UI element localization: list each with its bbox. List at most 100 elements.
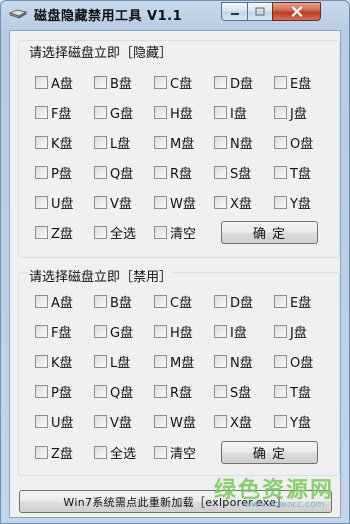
disable-drive-m-checkbox[interactable]: M盘: [154, 353, 194, 371]
hide-drive-w-checkbox[interactable]: W盘: [154, 194, 196, 212]
disable-drive-v-checkbox[interactable]: V盘: [94, 413, 132, 431]
checkbox-box[interactable]: [35, 384, 48, 398]
hide-drive-d-checkbox[interactable]: D盘: [214, 74, 253, 92]
checkbox-box[interactable]: [94, 384, 107, 398]
hide-drive-s-checkbox[interactable]: S盘: [214, 164, 251, 182]
checkbox-box[interactable]: [154, 225, 167, 239]
checkbox-box[interactable]: [35, 354, 48, 368]
disable-drive-h-checkbox[interactable]: H盘: [154, 323, 193, 341]
hide-drive-a-checkbox[interactable]: A盘: [35, 74, 73, 92]
checkbox-box[interactable]: [35, 165, 48, 179]
disable-drive-n-checkbox[interactable]: N盘: [214, 353, 253, 371]
disable-clear-checkbox[interactable]: 清空: [154, 444, 196, 462]
checkbox-box[interactable]: [154, 105, 167, 119]
disable-select-all-checkbox[interactable]: 全选: [94, 444, 136, 462]
checkbox-box[interactable]: [274, 75, 287, 89]
checkbox-box[interactable]: [214, 75, 227, 89]
hide-drive-i-checkbox[interactable]: I盘: [214, 104, 247, 122]
disable-drive-t-checkbox[interactable]: T盘: [274, 383, 311, 401]
checkbox-box[interactable]: [154, 165, 167, 179]
hide-drive-u-checkbox[interactable]: U盘: [35, 194, 74, 212]
checkbox-box[interactable]: [154, 414, 167, 428]
hide-drive-b-checkbox[interactable]: B盘: [94, 74, 132, 92]
checkbox-box[interactable]: [94, 165, 107, 179]
disable-drive-i-checkbox[interactable]: I盘: [214, 323, 247, 341]
minimize-button[interactable]: [221, 2, 248, 21]
disable-drive-c-checkbox[interactable]: C盘: [154, 293, 192, 311]
hide-drive-h-checkbox[interactable]: H盘: [154, 104, 193, 122]
disable-confirm-button[interactable]: 确 定: [221, 441, 318, 464]
checkbox-box[interactable]: [274, 135, 287, 149]
disable-drive-q-checkbox[interactable]: Q盘: [94, 383, 133, 401]
hide-drive-k-checkbox[interactable]: K盘: [35, 134, 73, 152]
checkbox-box[interactable]: [154, 195, 167, 209]
checkbox-box[interactable]: [214, 195, 227, 209]
hide-confirm-button[interactable]: 确 定: [221, 221, 318, 244]
checkbox-box[interactable]: [214, 324, 227, 338]
checkbox-box[interactable]: [154, 324, 167, 338]
title-bar[interactable]: 磁盘隐藏禁用工具 V1.1: [1, 1, 349, 27]
checkbox-box[interactable]: [274, 165, 287, 179]
checkbox-box[interactable]: [94, 414, 107, 428]
checkbox-box[interactable]: [274, 294, 287, 308]
checkbox-box[interactable]: [35, 195, 48, 209]
checkbox-box[interactable]: [94, 135, 107, 149]
disable-drive-z-checkbox[interactable]: Z盘: [35, 444, 73, 462]
checkbox-box[interactable]: [35, 445, 48, 459]
checkbox-box[interactable]: [94, 354, 107, 368]
checkbox-box[interactable]: [94, 294, 107, 308]
checkbox-box[interactable]: [274, 384, 287, 398]
checkbox-box[interactable]: [94, 324, 107, 338]
disable-drive-b-checkbox[interactable]: B盘: [94, 293, 132, 311]
disable-drive-x-checkbox[interactable]: X盘: [214, 413, 252, 431]
checkbox-box[interactable]: [94, 445, 107, 459]
checkbox-box[interactable]: [154, 384, 167, 398]
checkbox-box[interactable]: [274, 195, 287, 209]
hide-drive-l-checkbox[interactable]: L盘: [94, 134, 130, 152]
disable-drive-o-checkbox[interactable]: O盘: [274, 353, 313, 371]
disable-drive-u-checkbox[interactable]: U盘: [35, 413, 74, 431]
checkbox-box[interactable]: [94, 195, 107, 209]
checkbox-box[interactable]: [154, 354, 167, 368]
checkbox-box[interactable]: [274, 354, 287, 368]
disable-drive-e-checkbox[interactable]: E盘: [274, 293, 311, 311]
checkbox-box[interactable]: [214, 414, 227, 428]
checkbox-box[interactable]: [35, 225, 48, 239]
disable-drive-l-checkbox[interactable]: L盘: [94, 353, 130, 371]
checkbox-box[interactable]: [274, 105, 287, 119]
checkbox-box[interactable]: [154, 445, 167, 459]
checkbox-box[interactable]: [214, 135, 227, 149]
hide-drive-n-checkbox[interactable]: N盘: [214, 134, 253, 152]
hide-drive-y-checkbox[interactable]: Y盘: [274, 194, 311, 212]
hide-drive-g-checkbox[interactable]: G盘: [94, 104, 133, 122]
checkbox-box[interactable]: [94, 105, 107, 119]
hide-drive-z-checkbox[interactable]: Z盘: [35, 224, 73, 242]
hide-drive-e-checkbox[interactable]: E盘: [274, 74, 311, 92]
hide-drive-r-checkbox[interactable]: R盘: [154, 164, 192, 182]
hide-drive-f-checkbox[interactable]: F盘: [35, 104, 71, 122]
checkbox-box[interactable]: [94, 225, 107, 239]
checkbox-box[interactable]: [35, 135, 48, 149]
disable-drive-j-checkbox[interactable]: J盘: [274, 323, 307, 341]
hide-drive-m-checkbox[interactable]: M盘: [154, 134, 194, 152]
checkbox-box[interactable]: [214, 165, 227, 179]
disable-drive-f-checkbox[interactable]: F盘: [35, 323, 71, 341]
checkbox-box[interactable]: [35, 75, 48, 89]
checkbox-box[interactable]: [35, 324, 48, 338]
disable-drive-p-checkbox[interactable]: P盘: [35, 383, 72, 401]
disable-drive-k-checkbox[interactable]: K盘: [35, 353, 73, 371]
close-button[interactable]: [272, 2, 321, 21]
checkbox-box[interactable]: [35, 105, 48, 119]
hide-select-all-checkbox[interactable]: 全选: [94, 224, 136, 242]
checkbox-box[interactable]: [35, 414, 48, 428]
hide-drive-c-checkbox[interactable]: C盘: [154, 74, 192, 92]
hide-drive-o-checkbox[interactable]: O盘: [274, 134, 313, 152]
checkbox-box[interactable]: [154, 135, 167, 149]
checkbox-box[interactable]: [214, 294, 227, 308]
disable-drive-s-checkbox[interactable]: S盘: [214, 383, 251, 401]
checkbox-box[interactable]: [154, 294, 167, 308]
disable-drive-r-checkbox[interactable]: R盘: [154, 383, 192, 401]
hide-drive-v-checkbox[interactable]: V盘: [94, 194, 132, 212]
hide-drive-p-checkbox[interactable]: P盘: [35, 164, 72, 182]
disable-drive-y-checkbox[interactable]: Y盘: [274, 413, 311, 431]
